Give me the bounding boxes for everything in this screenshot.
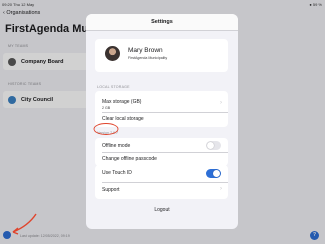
modal-title: Settings: [86, 14, 238, 31]
offline-mode-toggle[interactable]: [206, 141, 221, 150]
logout-button[interactable]: Logout: [86, 207, 238, 213]
avatar: [105, 46, 120, 61]
touch-id-toggle[interactable]: [206, 169, 221, 178]
support-label: Support: [102, 187, 120, 193]
touch-id-label: Use Touch ID: [102, 170, 132, 176]
user-organisation: FirstAgenda Municipality: [128, 56, 168, 60]
local-storage-label: LOCAL STORAGE: [97, 85, 130, 89]
annotation-ellipse: [93, 123, 119, 135]
change-passcode-label: Change offline passcode: [102, 156, 157, 162]
max-storage-row[interactable]: Max storage (GB) 2 GB ›: [95, 96, 228, 113]
security-card: Use Touch ID Support ›: [95, 165, 228, 199]
profile-card[interactable]: Mary Brown FirstAgenda Municipality: [95, 39, 228, 72]
user-name: Mary Brown: [128, 47, 163, 54]
support-row[interactable]: Support ›: [95, 182, 228, 199]
chevron-right-icon: ›: [220, 100, 222, 106]
offline-mode-label: Offline mode: [102, 143, 131, 149]
offline-mode-row: Offline mode: [95, 138, 228, 152]
max-storage-label: Max storage (GB): [102, 99, 142, 105]
touch-id-row: Use Touch ID: [95, 165, 228, 182]
change-passcode-row[interactable]: Change offline passcode: [95, 152, 228, 166]
settings-modal: Settings Mary Brown FirstAgenda Municipa…: [86, 14, 238, 229]
max-storage-value: 2 GB: [102, 106, 111, 110]
chevron-right-icon: ›: [220, 186, 222, 192]
offline-card: Offline mode Change offline passcode: [95, 138, 228, 166]
